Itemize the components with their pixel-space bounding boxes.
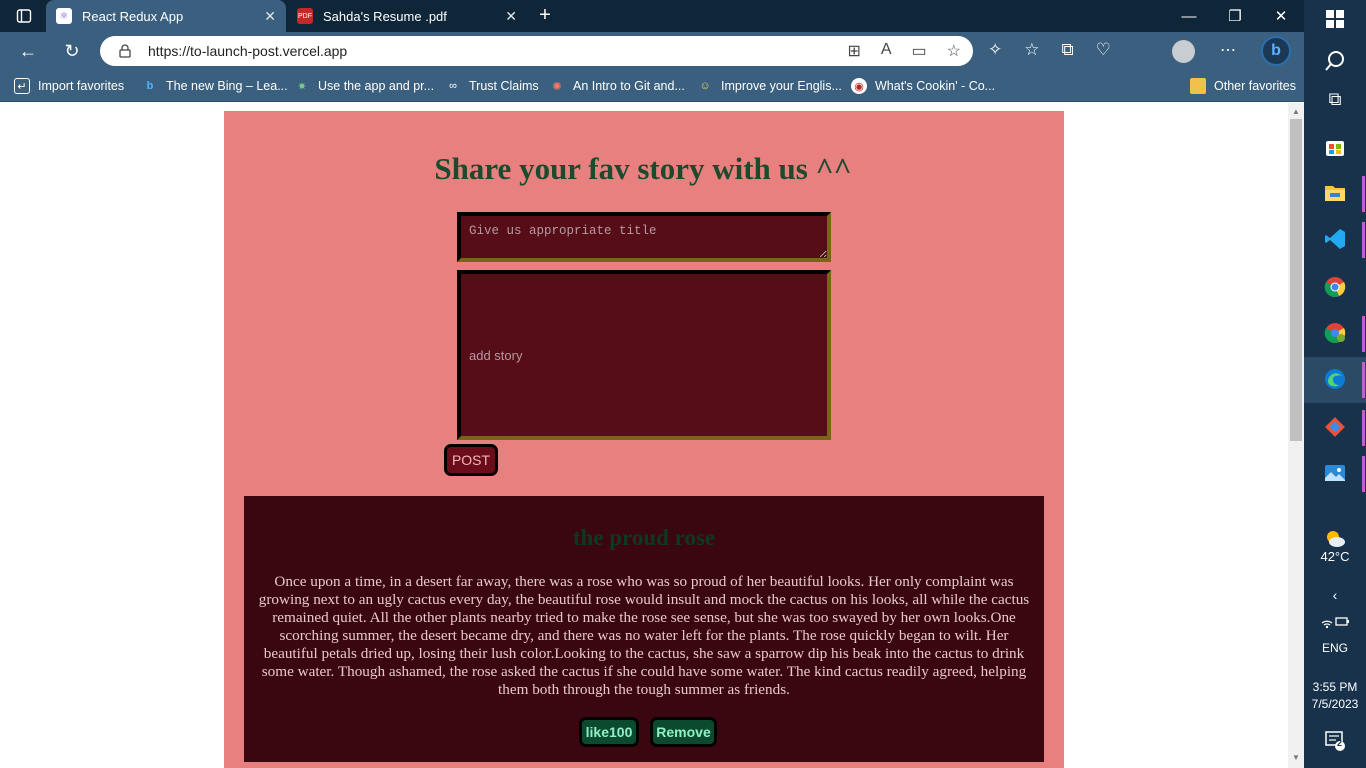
file-explorer-icon[interactable]: [1318, 176, 1352, 210]
title-input[interactable]: [457, 212, 831, 262]
tab-resume-pdf[interactable]: PDF Sahda's Resume .pdf ✕: [287, 0, 527, 32]
favorite-label: Improve your Englis...: [721, 79, 842, 93]
windows-start-icon[interactable]: [1318, 2, 1352, 36]
app-icon: ✷: [297, 80, 307, 93]
vscode-icon[interactable]: [1318, 222, 1352, 256]
tab-title: Sahda's Resume .pdf: [323, 8, 447, 24]
favorite-label: Other favorites: [1214, 79, 1296, 93]
pinned-indicator: [1362, 222, 1365, 258]
pinned-indicator: [1362, 456, 1365, 492]
bing-chat-icon[interactable]: b: [1261, 36, 1291, 66]
language-indicator[interactable]: ENG: [1304, 641, 1366, 655]
page-viewport: Share your fav story with us ^^ add stor…: [0, 103, 1288, 768]
notifications-icon[interactable]: 2: [1318, 724, 1352, 758]
browser-toolbar: ← ↻ https://to-launch-post.vercel.app ⊞ …: [0, 32, 1304, 70]
store-icon[interactable]: [1318, 130, 1352, 164]
tab-react-redux-app[interactable]: ⚛ React Redux App ✕: [46, 0, 286, 32]
cooking-icon: ◉: [851, 78, 867, 94]
like-button[interactable]: like100: [579, 717, 639, 747]
favorites-icon[interactable]: ☆: [1024, 40, 1039, 60]
story-input[interactable]: add story: [457, 270, 831, 440]
favorite-trust[interactable]: ∞ Trust Claims: [445, 76, 539, 96]
lock-icon: [118, 43, 132, 59]
post-button[interactable]: POST: [444, 444, 498, 476]
back-icon[interactable]: ←: [14, 38, 42, 64]
favorite-import[interactable]: ↵ Import favorites: [14, 76, 124, 96]
immersive-reader-icon[interactable]: ▭: [912, 41, 927, 61]
favorite-label: An Intro to Git and...: [573, 79, 685, 93]
close-window-icon[interactable]: ✕: [1258, 0, 1304, 32]
refresh-icon[interactable]: ↻: [58, 38, 86, 64]
favorite-label: The new Bing – Lea...: [166, 79, 288, 93]
chrome-profile-icon[interactable]: [1318, 316, 1352, 350]
favorite-label: What's Cookin' - Co...: [875, 79, 996, 93]
english-icon: ☺: [699, 80, 711, 92]
favorite-label: Use the app and pr...: [318, 79, 435, 93]
clock-time[interactable]: 3:55 PM: [1304, 680, 1366, 694]
react-redux-icon: ⚛: [56, 8, 72, 24]
scrollbar-thumb[interactable]: [1290, 119, 1302, 441]
read-aloud-icon[interactable]: A: [881, 41, 892, 61]
page-scrollbar[interactable]: ▲ ▼: [1288, 103, 1304, 768]
address-bar[interactable]: https://to-launch-post.vercel.app ⊞ A ▭ …: [100, 36, 973, 66]
tab-bar: ⚛ React Redux App ✕ PDF Sahda's Resume .…: [0, 0, 1304, 32]
favorite-bing[interactable]: b The new Bing – Lea...: [142, 76, 288, 96]
favorite-other[interactable]: Other favorites: [1190, 76, 1296, 96]
pinned-indicator: [1362, 176, 1365, 212]
clock-date[interactable]: 7/5/2023: [1304, 697, 1366, 711]
photos-icon[interactable]: [1318, 456, 1352, 490]
browser-window: ⚛ React Redux App ✕ PDF Sahda's Resume .…: [0, 0, 1304, 768]
extensions-icon[interactable]: ✧: [988, 40, 1002, 60]
pinned-indicator: [1362, 410, 1365, 446]
profile-avatar[interactable]: [1172, 40, 1195, 63]
weather-temp: 42°C: [1320, 549, 1350, 564]
page-title: Share your fav story with us ^^: [434, 151, 852, 186]
url-text: https://to-launch-post.vercel.app: [148, 43, 348, 59]
close-tab-icon[interactable]: ✕: [264, 8, 276, 25]
story-placeholder: add story: [469, 347, 523, 363]
hubspot-icon: ✺: [552, 80, 562, 93]
folder-icon: [1190, 78, 1206, 94]
new-tab-icon[interactable]: +: [534, 3, 556, 27]
story-body: Once upon a time, in a desert far away, …: [258, 573, 1030, 698]
search-icon[interactable]: [1318, 44, 1352, 78]
favorite-git[interactable]: ✺ An Intro to Git and...: [549, 76, 685, 96]
notification-count: 2: [1337, 738, 1343, 748]
more-icon[interactable]: ⋯: [1220, 40, 1236, 60]
edge-icon[interactable]: [1318, 362, 1352, 396]
bing-icon: b: [146, 80, 154, 92]
favorites-bar: ↵ Import favorites b The new Bing – Lea.…: [0, 70, 1304, 102]
pinned-indicator: [1362, 362, 1365, 398]
story-card: the proud rose Once upon a time, in a de…: [244, 496, 1044, 762]
wifi-battery-icon[interactable]: [1318, 604, 1352, 638]
task-view-icon[interactable]: ⧉: [1318, 82, 1352, 116]
tab-title: React Redux App: [82, 8, 184, 24]
story-title: the proud rose: [572, 525, 716, 550]
remove-button[interactable]: Remove: [650, 717, 717, 747]
scroll-up-icon[interactable]: ▲: [1292, 107, 1300, 116]
import-icon: ↵: [14, 78, 30, 94]
scroll-down-icon[interactable]: ▼: [1292, 753, 1300, 762]
pinned-indicator: [1362, 316, 1365, 352]
git-icon[interactable]: [1318, 410, 1352, 444]
favorite-star-icon[interactable]: ☆: [947, 41, 961, 61]
minimize-icon[interactable]: —: [1166, 0, 1212, 32]
browser-essentials-icon[interactable]: ♡: [1096, 40, 1111, 60]
app-container: Share your fav story with us ^^ add stor…: [224, 111, 1064, 768]
favorite-english[interactable]: ☺ Improve your Englis...: [697, 76, 842, 96]
favorite-app[interactable]: ✷ Use the app and pr...: [294, 76, 434, 96]
pdf-icon: PDF: [297, 8, 313, 24]
restore-icon[interactable]: ❐: [1212, 0, 1258, 32]
tab-actions-icon[interactable]: [8, 4, 40, 28]
favorite-cooking[interactable]: ◉ What's Cookin' - Co...: [851, 76, 995, 96]
chrome-icon[interactable]: [1318, 270, 1352, 304]
favorite-label: Trust Claims: [469, 79, 539, 93]
apps-icon[interactable]: ⊞: [847, 41, 860, 61]
trust-icon: ∞: [449, 80, 457, 92]
favorite-label: Import favorites: [38, 79, 125, 93]
close-tab-icon[interactable]: ✕: [505, 8, 517, 25]
collections-icon[interactable]: ⧉: [1062, 40, 1074, 60]
